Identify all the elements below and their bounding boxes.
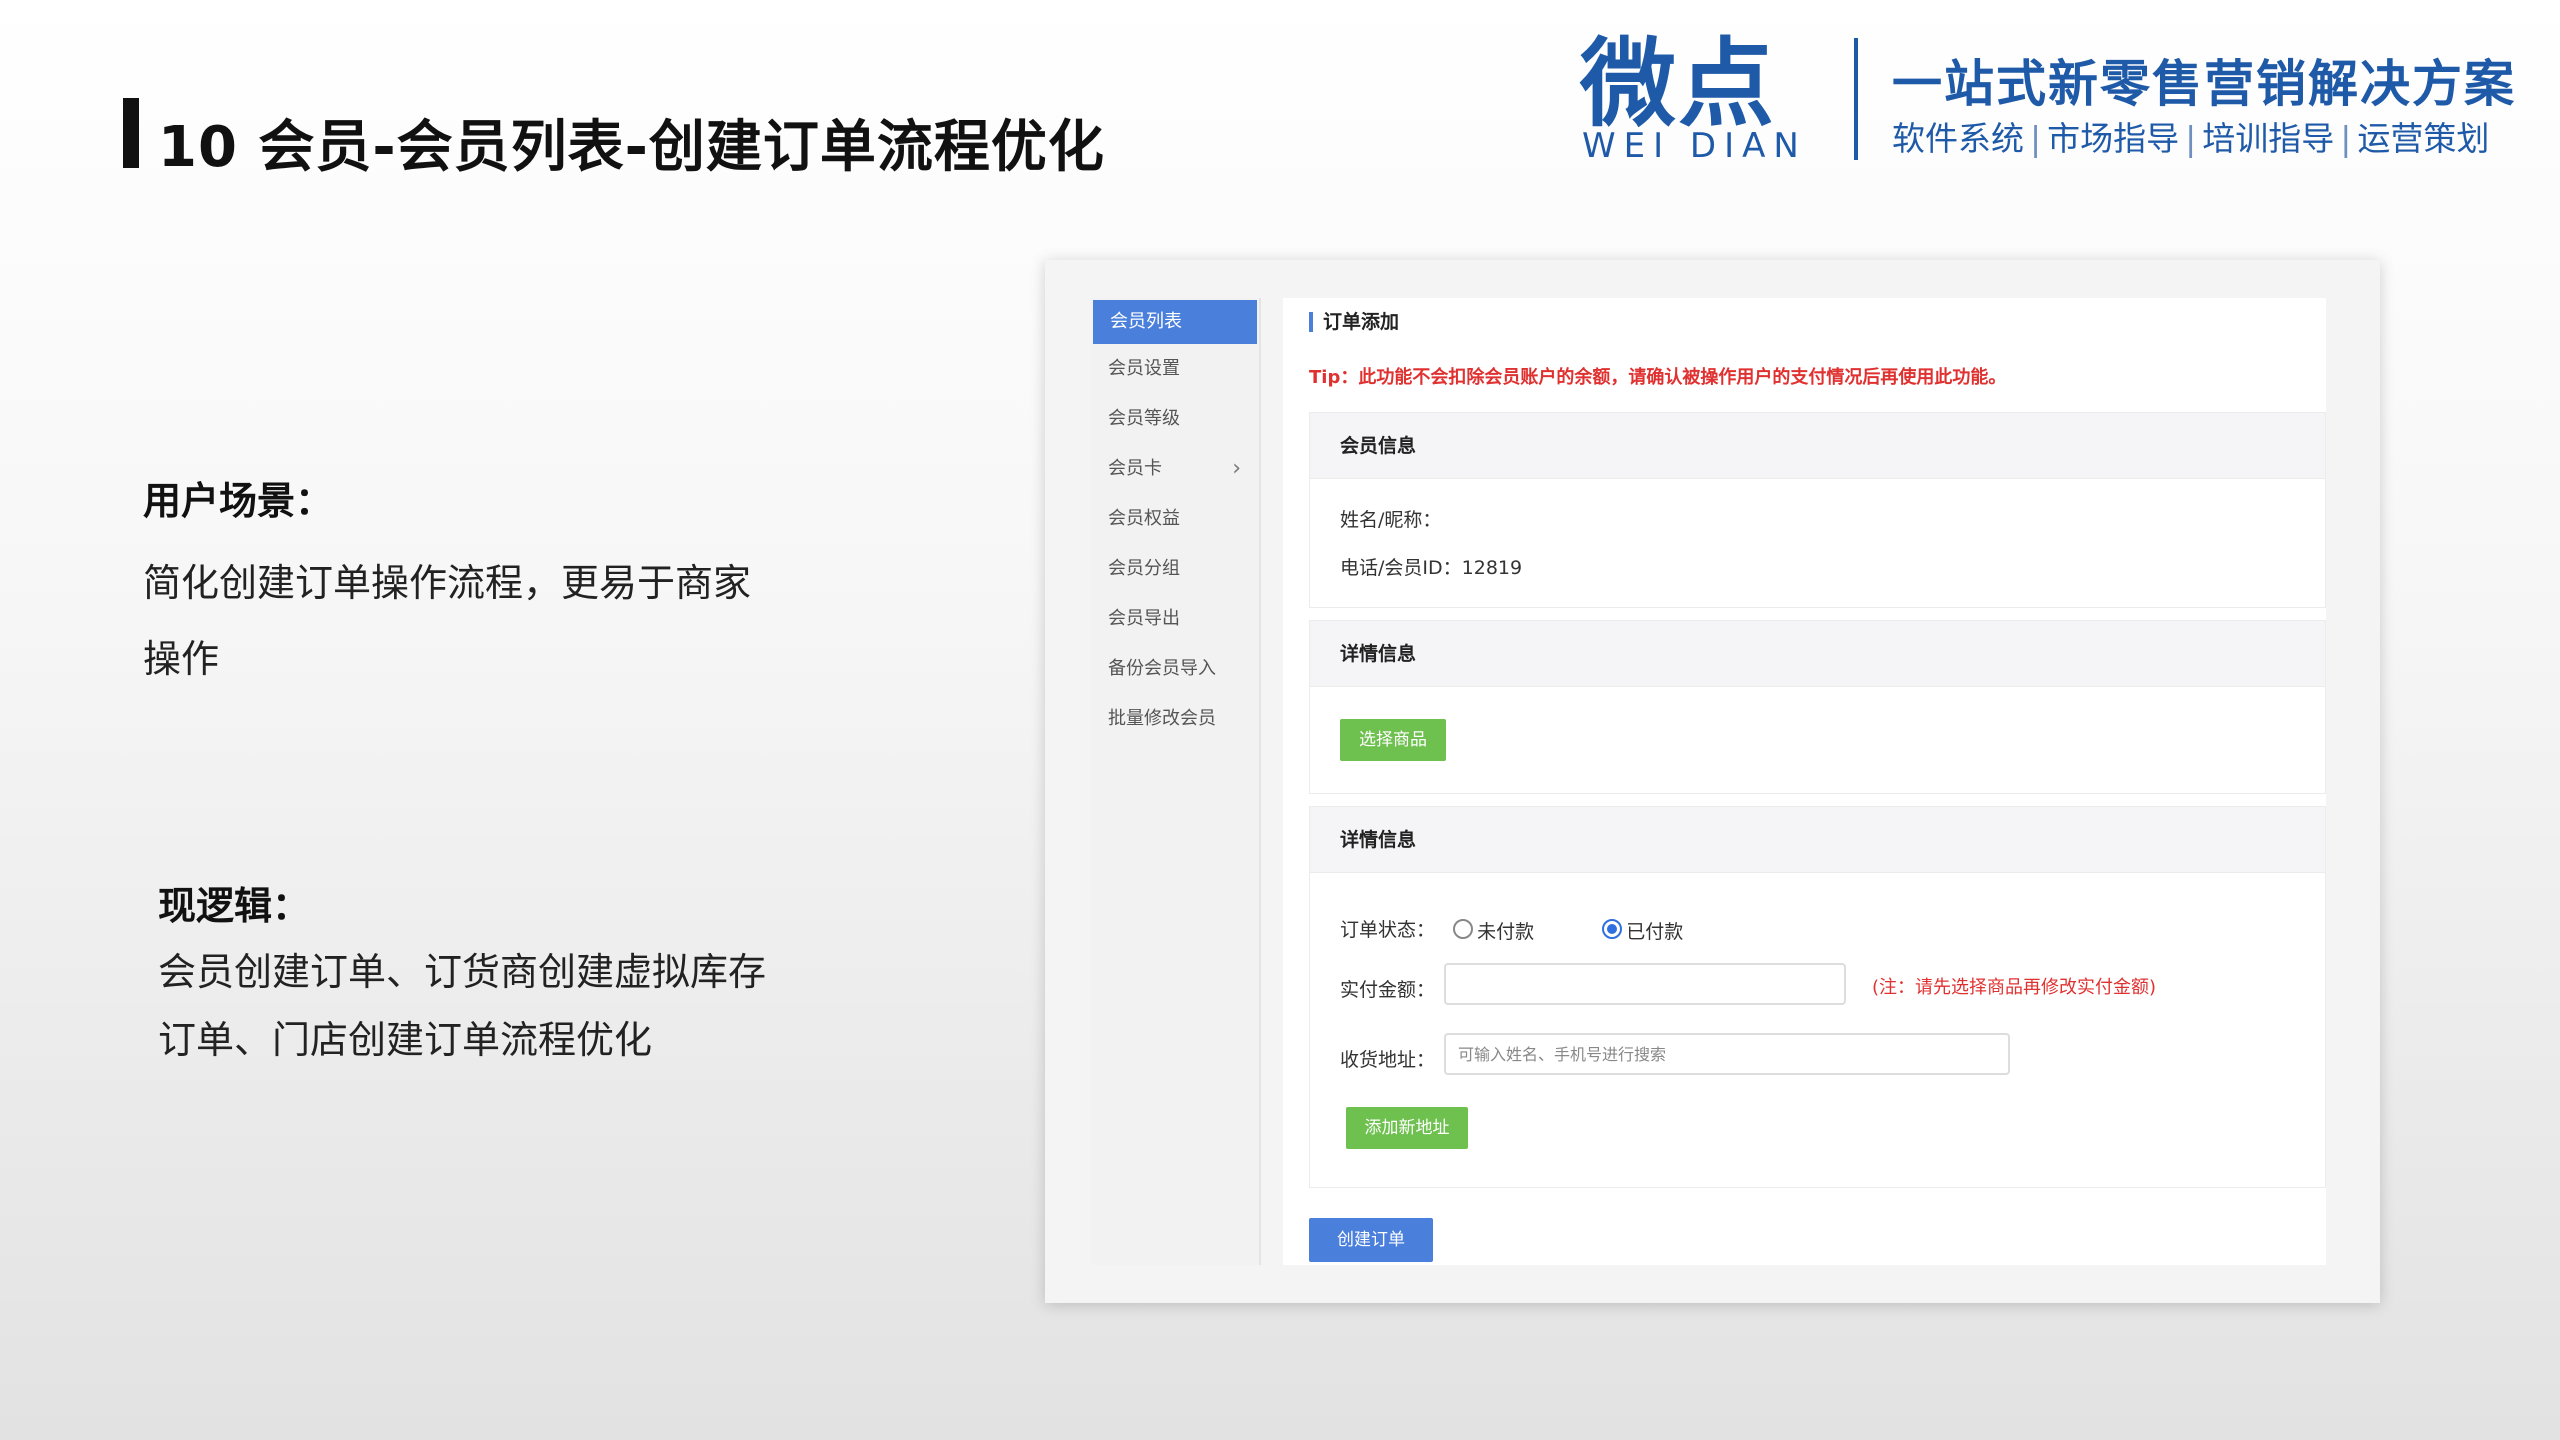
chevron-right-icon: ›: [1232, 456, 1241, 481]
radio-icon: [1453, 918, 1474, 939]
address-search-input[interactable]: [1446, 1035, 2008, 1073]
brand-service-separator: |: [2030, 119, 2042, 158]
sidebar-item-member-level[interactable]: 会员等级: [1091, 394, 1259, 444]
brand-services: 软件系统 | 市场指导 | 培训指导 | 运营策划: [1892, 112, 2489, 160]
amount-label: 实付金额：: [1340, 979, 1436, 1001]
brand-logo-en: WEI DIAN: [1582, 126, 1807, 166]
order-status-row: 订单状态： 未付款 已付款: [1340, 915, 1683, 944]
sidebar-item-label: 备份会员导入: [1108, 658, 1216, 679]
detail-info-section: 详情信息 选择商品: [1309, 620, 2326, 794]
select-goods-button[interactable]: 选择商品: [1340, 719, 1446, 761]
address-label: 收货地址：: [1340, 1049, 1436, 1071]
page-title: 订单添加: [1309, 312, 1399, 332]
section-title: 会员信息: [1310, 413, 2325, 479]
radio-checked-icon: [1602, 918, 1623, 939]
status-paid-radio[interactable]: 已付款: [1602, 918, 1683, 943]
brand-service-3: 培训指导: [2202, 119, 2335, 158]
section-title: 详情信息: [1310, 807, 2325, 873]
member-phone-value: 12819: [1461, 557, 1523, 579]
brand-service-1: 软件系统: [1892, 119, 2024, 158]
brand-slogan: 一站式新零售营销解决方案: [1892, 55, 2516, 113]
sidebar-item-label: 会员权益: [1108, 508, 1180, 529]
sidebar-item-label: 会员卡: [1108, 458, 1162, 479]
order-add-content: 订单添加 Tip：此功能不会扣除会员账户的余额，请确认被操作用户的支付情况后再使…: [1283, 298, 2326, 1265]
sidebar-item-backup-import[interactable]: 备份会员导入: [1091, 644, 1259, 694]
sidebar-item-label: 会员导出: [1108, 608, 1180, 629]
order-detail-section: 详情信息 订单状态： 未付款 已付款 实付金额： (注：请先选择商品再修改实付金…: [1309, 806, 2326, 1188]
sidebar-item-label: 会员分组: [1108, 558, 1180, 579]
member-name-row: 姓名/昵称：: [1340, 505, 1441, 532]
brand-divider: [1854, 38, 1858, 160]
member-phone-row: 电话/会员ID：12819: [1340, 553, 1522, 580]
amount-input[interactable]: [1446, 965, 1844, 1003]
brand-block: 微点 WEI DIAN 一站式新零售营销解决方案 软件系统 | 市场指导 | 培训指导 |…: [1580, 28, 2540, 166]
brand-service-4: 运营策划: [2357, 119, 2490, 158]
address-input-box: [1444, 1033, 2010, 1075]
logic-heading: 现逻辑：: [158, 884, 311, 928]
sidebar-item-member-list[interactable]: 会员列表: [1093, 300, 1257, 344]
brand-service-separator: |: [2340, 119, 2352, 158]
app-screenshot-panel: 会员列表 会员设置 会员等级 会员卡 › 会员权益 会员分组 会员导出 备份会员导…: [1045, 260, 2380, 1303]
member-info-section: 会员信息 姓名/昵称： 电话/会员ID：12819: [1309, 412, 2326, 608]
title-accent-bar: [123, 98, 139, 168]
order-status-label: 订单状态：: [1340, 919, 1436, 941]
amount-note: (注：请先选择商品再修改实付金额): [1872, 977, 2157, 998]
sidebar-item-member-settings[interactable]: 会员设置: [1091, 344, 1259, 394]
scene-body: 简化创建订单操作流程，更易于商家操作: [143, 561, 752, 681]
sidebar-item-label: 批量修改会员: [1108, 708, 1216, 729]
sidebar-item-member-rights[interactable]: 会员权益: [1091, 494, 1259, 544]
sidebar-item-label: 会员设置: [1108, 358, 1180, 379]
sidebar-item-label: 会员等级: [1108, 408, 1180, 429]
scene-heading: 用户场景：: [143, 479, 334, 523]
create-order-button[interactable]: 创建订单: [1309, 1218, 1433, 1262]
amount-input-box: [1444, 963, 1846, 1005]
brand-logo-cn: 微点: [1580, 28, 1776, 140]
section-title: 详情信息: [1310, 621, 2325, 687]
brand-service-separator: |: [2185, 119, 2197, 158]
sidebar-item-label: 会员列表: [1110, 311, 1182, 332]
sidebar-item-member-card[interactable]: 会员卡 ›: [1091, 444, 1259, 494]
status-unpaid-radio[interactable]: 未付款: [1453, 918, 1534, 943]
logic-body: 会员创建订单、订货商创建虚拟库存订单、门店创建订单流程优化: [158, 950, 767, 1062]
tip-warning: Tip：此功能不会扣除会员账户的余额，请确认被操作用户的支付情况后再使用此功能。: [1309, 367, 2007, 388]
sidebar: 会员列表 会员设置 会员等级 会员卡 › 会员权益 会员分组 会员导出 备份会员导…: [1091, 298, 1261, 1265]
sidebar-item-member-group[interactable]: 会员分组: [1091, 544, 1259, 594]
slide-title: 10 会员-会员列表-创建订单流程优化: [158, 115, 1105, 180]
sidebar-item-batch-edit[interactable]: 批量修改会员: [1091, 694, 1259, 744]
member-name-label: 姓名/昵称：: [1340, 509, 1442, 531]
brand-service-2: 市场指导: [2047, 119, 2180, 158]
add-address-button[interactable]: 添加新地址: [1346, 1107, 1468, 1149]
member-phone-label: 电话/会员ID：: [1340, 557, 1462, 579]
sidebar-item-member-export[interactable]: 会员导出: [1091, 594, 1259, 644]
